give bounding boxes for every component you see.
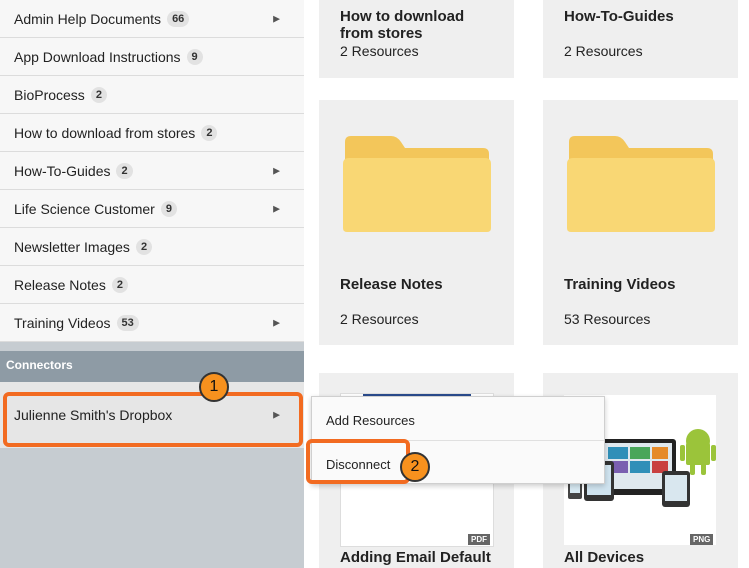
step-badge-2: 2 bbox=[400, 452, 430, 482]
file-type-badge: PNG bbox=[690, 534, 714, 545]
sidebar-item-label: Release Notes bbox=[14, 276, 106, 293]
card-resource-count: 2 Resources bbox=[340, 311, 419, 327]
count-badge: 66 bbox=[167, 10, 190, 27]
file-type-badge: PDF bbox=[468, 534, 490, 545]
sidebar-item-release-notes[interactable]: Release Notes 2 bbox=[0, 266, 304, 304]
folder-card-training-videos[interactable]: Training Videos 53 Resources bbox=[543, 100, 738, 345]
card-title: How-To-Guides bbox=[564, 8, 674, 25]
count-badge: 53 bbox=[116, 314, 139, 331]
sidebar-item-newsletter[interactable]: Newsletter Images 2 bbox=[0, 228, 304, 266]
card-title: Release Notes bbox=[340, 276, 443, 293]
card-title: Adding Email Default bbox=[340, 549, 491, 566]
highlight-dropbox-connector bbox=[3, 392, 303, 447]
count-badge: 9 bbox=[186, 48, 203, 65]
highlight-disconnect bbox=[306, 439, 410, 484]
folder-card-release-notes[interactable]: Release Notes 2 Resources bbox=[319, 100, 514, 345]
card-resource-count: 53 Resources bbox=[564, 311, 651, 327]
card-title: Training Videos bbox=[564, 276, 676, 293]
sidebar-item-how-to-download[interactable]: How to download from stores 2 bbox=[0, 114, 304, 152]
sidebar-item-label: Newsletter Images bbox=[14, 238, 130, 255]
sidebar-item-label: Admin Help Documents bbox=[14, 10, 162, 27]
folder-icon bbox=[343, 136, 491, 232]
sidebar-item-label: Life Science Customer bbox=[14, 200, 155, 217]
count-badge: 2 bbox=[201, 124, 218, 141]
card-resource-count: 2 Resources bbox=[340, 43, 419, 59]
sidebar-item-label: How to download from stores bbox=[14, 124, 196, 141]
sidebar: Admin Help Documents 66 ▶ App Download I… bbox=[0, 0, 304, 568]
folder-card-how-to-guides[interactable]: How-To-Guides 2 Resources bbox=[543, 0, 738, 78]
chevron-right-icon: ▶ bbox=[273, 165, 280, 175]
connectors-header: Connectors bbox=[0, 351, 304, 382]
sidebar-item-label: BioProcess bbox=[14, 86, 85, 103]
sidebar-item-label: Training Videos bbox=[14, 314, 111, 331]
chevron-right-icon: ▶ bbox=[273, 317, 280, 327]
sidebar-item-admin-help[interactable]: Admin Help Documents 66 ▶ bbox=[0, 0, 304, 38]
count-badge: 9 bbox=[160, 200, 177, 217]
sidebar-item-how-to-guides[interactable]: How-To-Guides 2 ▶ bbox=[0, 152, 304, 190]
sidebar-item-bioprocess[interactable]: BioProcess 2 bbox=[0, 76, 304, 114]
count-badge: 2 bbox=[90, 86, 107, 103]
count-badge: 2 bbox=[116, 162, 133, 179]
sidebar-item-label: How-To-Guides bbox=[14, 162, 111, 179]
step-badge-1: 1 bbox=[199, 372, 229, 402]
add-resources-menu-item[interactable]: Add Resources bbox=[312, 399, 604, 441]
folder-icon bbox=[567, 136, 715, 232]
sidebar-item-life-science[interactable]: Life Science Customer 9 ▶ bbox=[0, 190, 304, 228]
sidebar-item-training-videos[interactable]: Training Videos 53 ▶ bbox=[0, 304, 304, 342]
sidebar-item-label: App Download Instructions bbox=[14, 48, 181, 65]
card-resource-count: 2 Resources bbox=[564, 43, 643, 59]
chevron-right-icon: ▶ bbox=[273, 203, 280, 213]
chevron-right-icon: ▶ bbox=[273, 13, 280, 23]
count-badge: 2 bbox=[135, 238, 153, 255]
card-title: All Devices bbox=[564, 549, 645, 566]
sidebar-item-app-download[interactable]: App Download Instructions 9 bbox=[0, 38, 304, 76]
count-badge: 2 bbox=[111, 276, 128, 293]
folder-list: Admin Help Documents 66 ▶ App Download I… bbox=[0, 0, 304, 342]
folder-card-how-to-download[interactable]: How to download from stores 2 Resources bbox=[319, 0, 514, 78]
card-title: How to download from stores bbox=[340, 8, 465, 42]
